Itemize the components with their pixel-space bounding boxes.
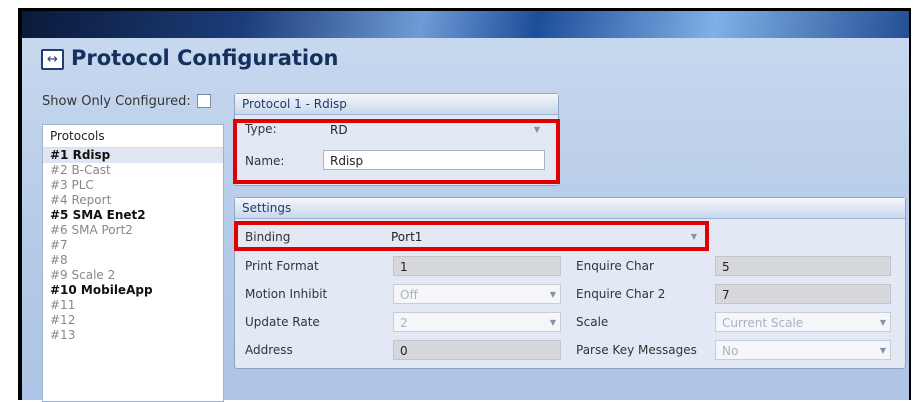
scale-dropdown[interactable]: Current Scale ▼	[715, 312, 891, 332]
protocol-list-item[interactable]: #9 Scale 2	[43, 268, 223, 283]
page-title: Protocol Configuration	[71, 46, 339, 70]
swap-arrows-icon: ↔	[41, 49, 64, 70]
enquire-char-field[interactable]: 5	[715, 256, 891, 276]
protocol-list-item[interactable]: #13	[43, 328, 223, 343]
print-format-label: Print Format	[245, 259, 319, 273]
protocol-list-item[interactable]: #11	[43, 298, 223, 313]
protocol-list-item[interactable]: #8	[43, 253, 223, 268]
update-rate-value: 2	[400, 316, 408, 330]
header-banner	[22, 11, 909, 38]
type-name-highlight	[233, 119, 560, 184]
address-field[interactable]: 0	[393, 340, 561, 360]
protocol-list-item[interactable]: #3 PLC	[43, 178, 223, 193]
protocol-list-item[interactable]: #5 SMA Enet2	[43, 208, 223, 223]
chevron-down-icon: ▼	[549, 290, 556, 299]
enquire-char2-field[interactable]: 7	[715, 284, 891, 304]
settings-group-header: Settings	[235, 198, 905, 219]
print-format-field[interactable]: 1	[393, 256, 561, 276]
protocol-list-item[interactable]: #2 B-Cast	[43, 163, 223, 178]
parse-key-label: Parse Key Messages	[576, 343, 697, 357]
address-label: Address	[245, 343, 293, 357]
main-panel: ↔ Protocol Configuration Show Only Confi…	[22, 38, 909, 402]
show-only-configured-label: Show Only Configured:	[42, 94, 191, 109]
scale-value: Current Scale	[722, 316, 804, 330]
show-only-configured-checkbox[interactable]	[197, 94, 211, 108]
protocol-list-item[interactable]: #10 MobileApp	[43, 283, 223, 298]
chevron-down-icon: ▼	[879, 346, 886, 355]
update-rate-label: Update Rate	[245, 315, 320, 329]
protocol-list-item[interactable]: #7	[43, 238, 223, 253]
motion-inhibit-value: Off	[400, 288, 418, 302]
update-rate-dropdown[interactable]: 2 ▼	[393, 312, 561, 332]
parse-key-value: No	[722, 344, 739, 358]
protocol-group-header: Protocol 1 - Rdisp	[235, 94, 558, 115]
chevron-down-icon: ▼	[879, 318, 886, 327]
parse-key-dropdown[interactable]: No ▼	[715, 340, 891, 360]
scale-label: Scale	[576, 315, 609, 329]
chevron-down-icon: ▼	[549, 318, 556, 327]
protocol-list-header: Protocols	[43, 125, 223, 148]
protocol-list: Protocols #1 Rdisp #2 B-Cast #3 PLC #4 Repo…	[42, 124, 224, 402]
motion-inhibit-dropdown[interactable]: Off ▼	[393, 284, 561, 304]
binding-highlight	[234, 221, 709, 251]
enquire-char-label: Enquire Char	[576, 259, 654, 273]
motion-inhibit-label: Motion Inhibit	[245, 287, 328, 301]
protocol-list-item[interactable]: #1 Rdisp	[43, 148, 223, 163]
protocol-list-item[interactable]: #4 Report	[43, 193, 223, 208]
protocol-list-item[interactable]: #12	[43, 313, 223, 328]
protocol-list-item[interactable]: #6 SMA Port2	[43, 223, 223, 238]
enquire-char2-label: Enquire Char 2	[576, 287, 666, 301]
